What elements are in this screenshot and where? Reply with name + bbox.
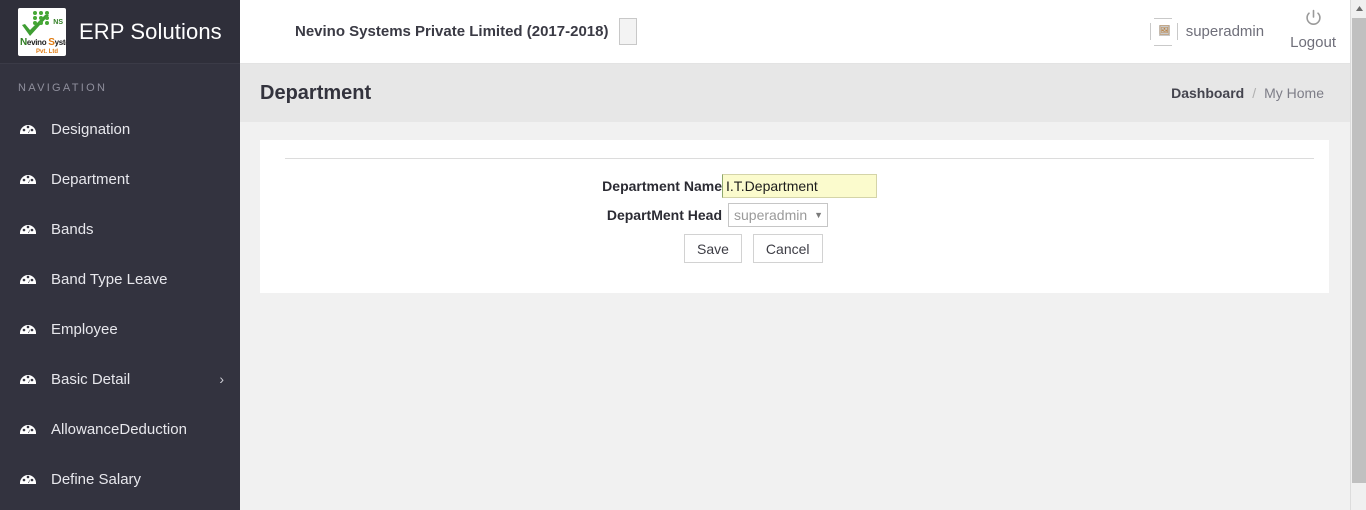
sidebar-item-label: Designation: [51, 121, 224, 138]
sidebar-item-band-type-leave[interactable]: Band Type Leave: [0, 254, 240, 304]
company-logo: NS Nevino Systems Pvt. Ltd: [18, 8, 66, 56]
dashboard-gauge-icon: [18, 469, 38, 489]
content-area: Department Name DepartMent Head superadm…: [240, 122, 1350, 510]
username-label[interactable]: superadmin: [1186, 23, 1264, 40]
sidebar-item-employee[interactable]: Employee: [0, 304, 240, 354]
dashboard-gauge-icon: [18, 119, 38, 139]
department-name-row: Department Name: [260, 174, 1329, 198]
sidebar-item-department[interactable]: Department: [0, 154, 240, 204]
department-head-selected-value: superadmin: [734, 207, 807, 223]
scroll-up-arrow-icon[interactable]: [1351, 0, 1366, 17]
power-icon: [1304, 9, 1323, 33]
company-switch-button[interactable]: [619, 18, 637, 45]
navigation-heading: NAVIGATION: [0, 64, 240, 104]
sidebar-item-label: Employee: [51, 321, 224, 338]
sidebar-item-label: Define Salary: [51, 471, 224, 488]
chevron-down-icon: ▼: [814, 210, 823, 220]
dashboard-gauge-icon: [18, 269, 38, 289]
department-head-field-col: superadmin ▼: [722, 203, 828, 227]
sidebar-item-allowance-deduction[interactable]: AllowanceDeduction: [0, 404, 240, 454]
logout-button[interactable]: Logout: [1290, 9, 1336, 51]
sidebar-item-designation[interactable]: Designation: [0, 104, 240, 154]
brand-title: ERP Solutions: [79, 19, 222, 45]
topbar: Nevino Systems Private Limited (2017-201…: [240, 0, 1350, 64]
department-name-label: Department Name: [260, 178, 722, 194]
logout-label: Logout: [1290, 34, 1336, 51]
department-name-field-col: [722, 174, 877, 198]
dashboard-gauge-icon: [18, 369, 38, 389]
brand-header[interactable]: NS Nevino Systems Pvt. Ltd ERP Solutions: [0, 0, 240, 64]
sidebar-item-label: Department: [51, 171, 224, 188]
dashboard-gauge-icon: [18, 219, 38, 239]
company-selector: Nevino Systems Private Limited (2017-201…: [295, 18, 637, 45]
breadcrumb-dashboard[interactable]: Dashboard: [1171, 85, 1244, 101]
form-actions: Save Cancel: [684, 234, 823, 263]
breadcrumb: Dashboard / My Home: [1171, 85, 1324, 101]
dashboard-gauge-icon: [18, 319, 38, 339]
scrollbar-thumb[interactable]: [1352, 18, 1366, 483]
page-scrollbar[interactable]: [1350, 0, 1366, 510]
sidebar-item-bands[interactable]: Bands: [0, 204, 240, 254]
dashboard-gauge-icon: [18, 169, 38, 189]
department-head-label: DepartMent Head: [260, 207, 722, 223]
department-head-select[interactable]: superadmin ▼: [728, 203, 828, 227]
logo-company-suffix: Pvt. Ltd: [36, 49, 58, 55]
page-header: Department Dashboard / My Home: [240, 64, 1350, 122]
navigation-list: Designation Department Bands Band Type L…: [0, 104, 240, 504]
sidebar-item-label: Bands: [51, 221, 224, 238]
save-button[interactable]: Save: [684, 234, 742, 263]
department-form: Department Name DepartMent Head superadm…: [260, 174, 1329, 268]
breadcrumb-current: My Home: [1264, 85, 1324, 101]
broken-image-icon: 🖼: [1148, 16, 1180, 48]
department-name-input[interactable]: [722, 174, 877, 198]
company-name: Nevino Systems Private Limited (2017-201…: [295, 23, 608, 40]
sidebar: NS Nevino Systems Pvt. Ltd ERP Solutions…: [0, 0, 240, 510]
logo-company-name: Nevino Systems: [20, 37, 66, 48]
sidebar-item-label: AllowanceDeduction: [51, 421, 224, 438]
application-window: NS Nevino Systems Pvt. Ltd ERP Solutions…: [0, 0, 1366, 510]
topbar-right: 🖼 superadmin Logout: [1148, 0, 1350, 64]
card-divider: [285, 158, 1314, 159]
breadcrumb-separator: /: [1252, 85, 1256, 101]
dashboard-gauge-icon: [18, 419, 38, 439]
sidebar-item-basic-detail[interactable]: Basic Detail ›: [0, 354, 240, 404]
department-head-row: DepartMent Head superadmin ▼: [260, 203, 1329, 227]
sidebar-item-label: Band Type Leave: [51, 271, 224, 288]
sidebar-item-define-salary[interactable]: Define Salary: [0, 454, 240, 504]
cancel-button[interactable]: Cancel: [753, 234, 823, 263]
page-title: Department: [260, 82, 371, 105]
form-actions-row: Save Cancel: [260, 234, 1329, 263]
chevron-right-icon: ›: [219, 372, 224, 386]
logo-initials: NS: [53, 19, 63, 26]
sidebar-item-label: Basic Detail: [51, 371, 219, 388]
department-form-card: Department Name DepartMent Head superadm…: [260, 140, 1329, 293]
